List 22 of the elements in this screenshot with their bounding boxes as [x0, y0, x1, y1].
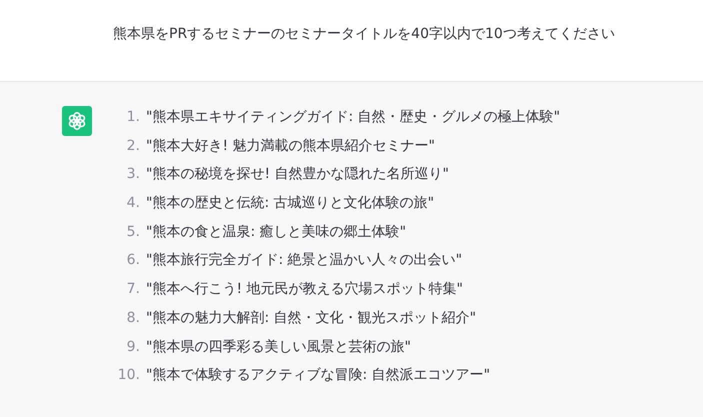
title-suggestion: "熊本の魅力大解剖: 自然・文化・観光スポット紹介"	[146, 308, 476, 327]
list-number: 3.	[126, 166, 141, 182]
list-number: 8.	[126, 310, 141, 326]
title-suggestion: "熊本県エキサイティングガイド: 自然・歴史・グルメの極上体験"	[146, 108, 560, 126]
title-suggestion: "熊本県の四季彩る美しい風景と芸術の旅"	[146, 338, 411, 356]
list-number: 5.	[126, 224, 141, 240]
title-suggestion: "熊本へ行こう! 地元民が教える穴場スポット特集"	[146, 280, 463, 298]
list-number: 1.	[126, 109, 141, 125]
list-number: 4.	[126, 195, 141, 212]
title-suggestion: "熊本の歴史と伝統: 古城巡りと文化体験の旅"	[146, 194, 434, 212]
title-suggestion: "熊本大好き! 魅力満載の熊本県紹介セミナー"	[146, 136, 435, 155]
list-number: 6.	[126, 252, 141, 268]
title-suggestion: "熊本で体験するアクティブな冒険: 自然派エコツアー"	[146, 366, 490, 384]
title-suggestion: "熊本の秘境を探せ! 自然豊かな隠れた名所巡り"	[146, 165, 449, 184]
title-suggestion: "熊本の食と温泉: 癒しと美味の郷土体験"	[146, 222, 406, 241]
title-suggestion: "熊本旅行完全ガイド: 絶景と温かい人々の出会い"	[146, 251, 462, 270]
knot-icon	[67, 111, 87, 131]
list-number: 2.	[126, 138, 141, 154]
list-number: 7.	[126, 281, 141, 298]
prompt-text: 熊本県をPRするセミナーのセミナータイトルを40字以内で10つ考えてください	[113, 25, 615, 43]
list-number: 10.	[116, 367, 141, 384]
list-number: 9.	[126, 338, 141, 354]
